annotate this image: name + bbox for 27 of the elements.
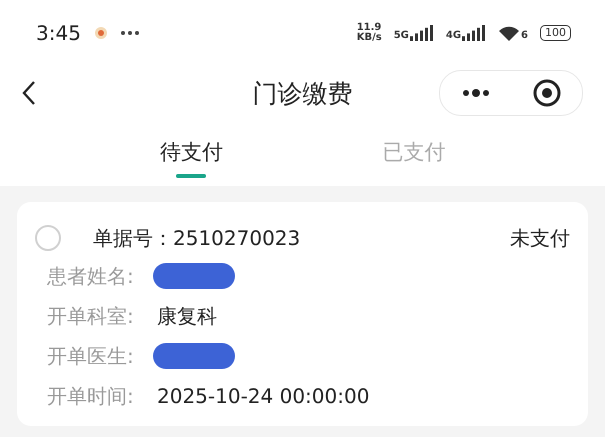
field-value: 2025-10-24 00:00:00: [157, 384, 370, 408]
field-label: 开单医生:: [47, 342, 135, 370]
signal-icon: [410, 25, 434, 41]
bill-number-label: 单据号：: [93, 224, 173, 252]
more-icon: [120, 31, 139, 35]
back-icon[interactable]: [22, 80, 36, 106]
app-notification-icon: [92, 25, 109, 41]
payment-status: 未支付: [510, 224, 570, 252]
battery-level: 100: [540, 25, 571, 41]
wifi-icon: [498, 25, 520, 41]
more-icon[interactable]: [462, 89, 490, 97]
speed-unit: KB/s: [356, 33, 382, 43]
network-type: 4G: [446, 30, 462, 41]
signal-icon: [462, 25, 486, 41]
network-speed: 11.9: [356, 23, 382, 33]
field-label: 开单科室:: [47, 302, 135, 330]
status-time: 3:45: [36, 21, 81, 45]
page-title: 门诊缴费: [252, 78, 352, 110]
tab[interactable]: 待支付: [152, 132, 231, 178]
field-value: 康复科: [157, 302, 217, 330]
field-label: 患者姓名:: [47, 262, 135, 290]
field-label: 开单时间:: [47, 382, 135, 410]
network-type: 5G: [394, 30, 409, 41]
wifi-label: 6: [521, 30, 528, 41]
close-icon[interactable]: [532, 79, 560, 107]
bill-number: 2510270023: [173, 226, 300, 250]
select-radio[interactable]: [35, 225, 61, 251]
